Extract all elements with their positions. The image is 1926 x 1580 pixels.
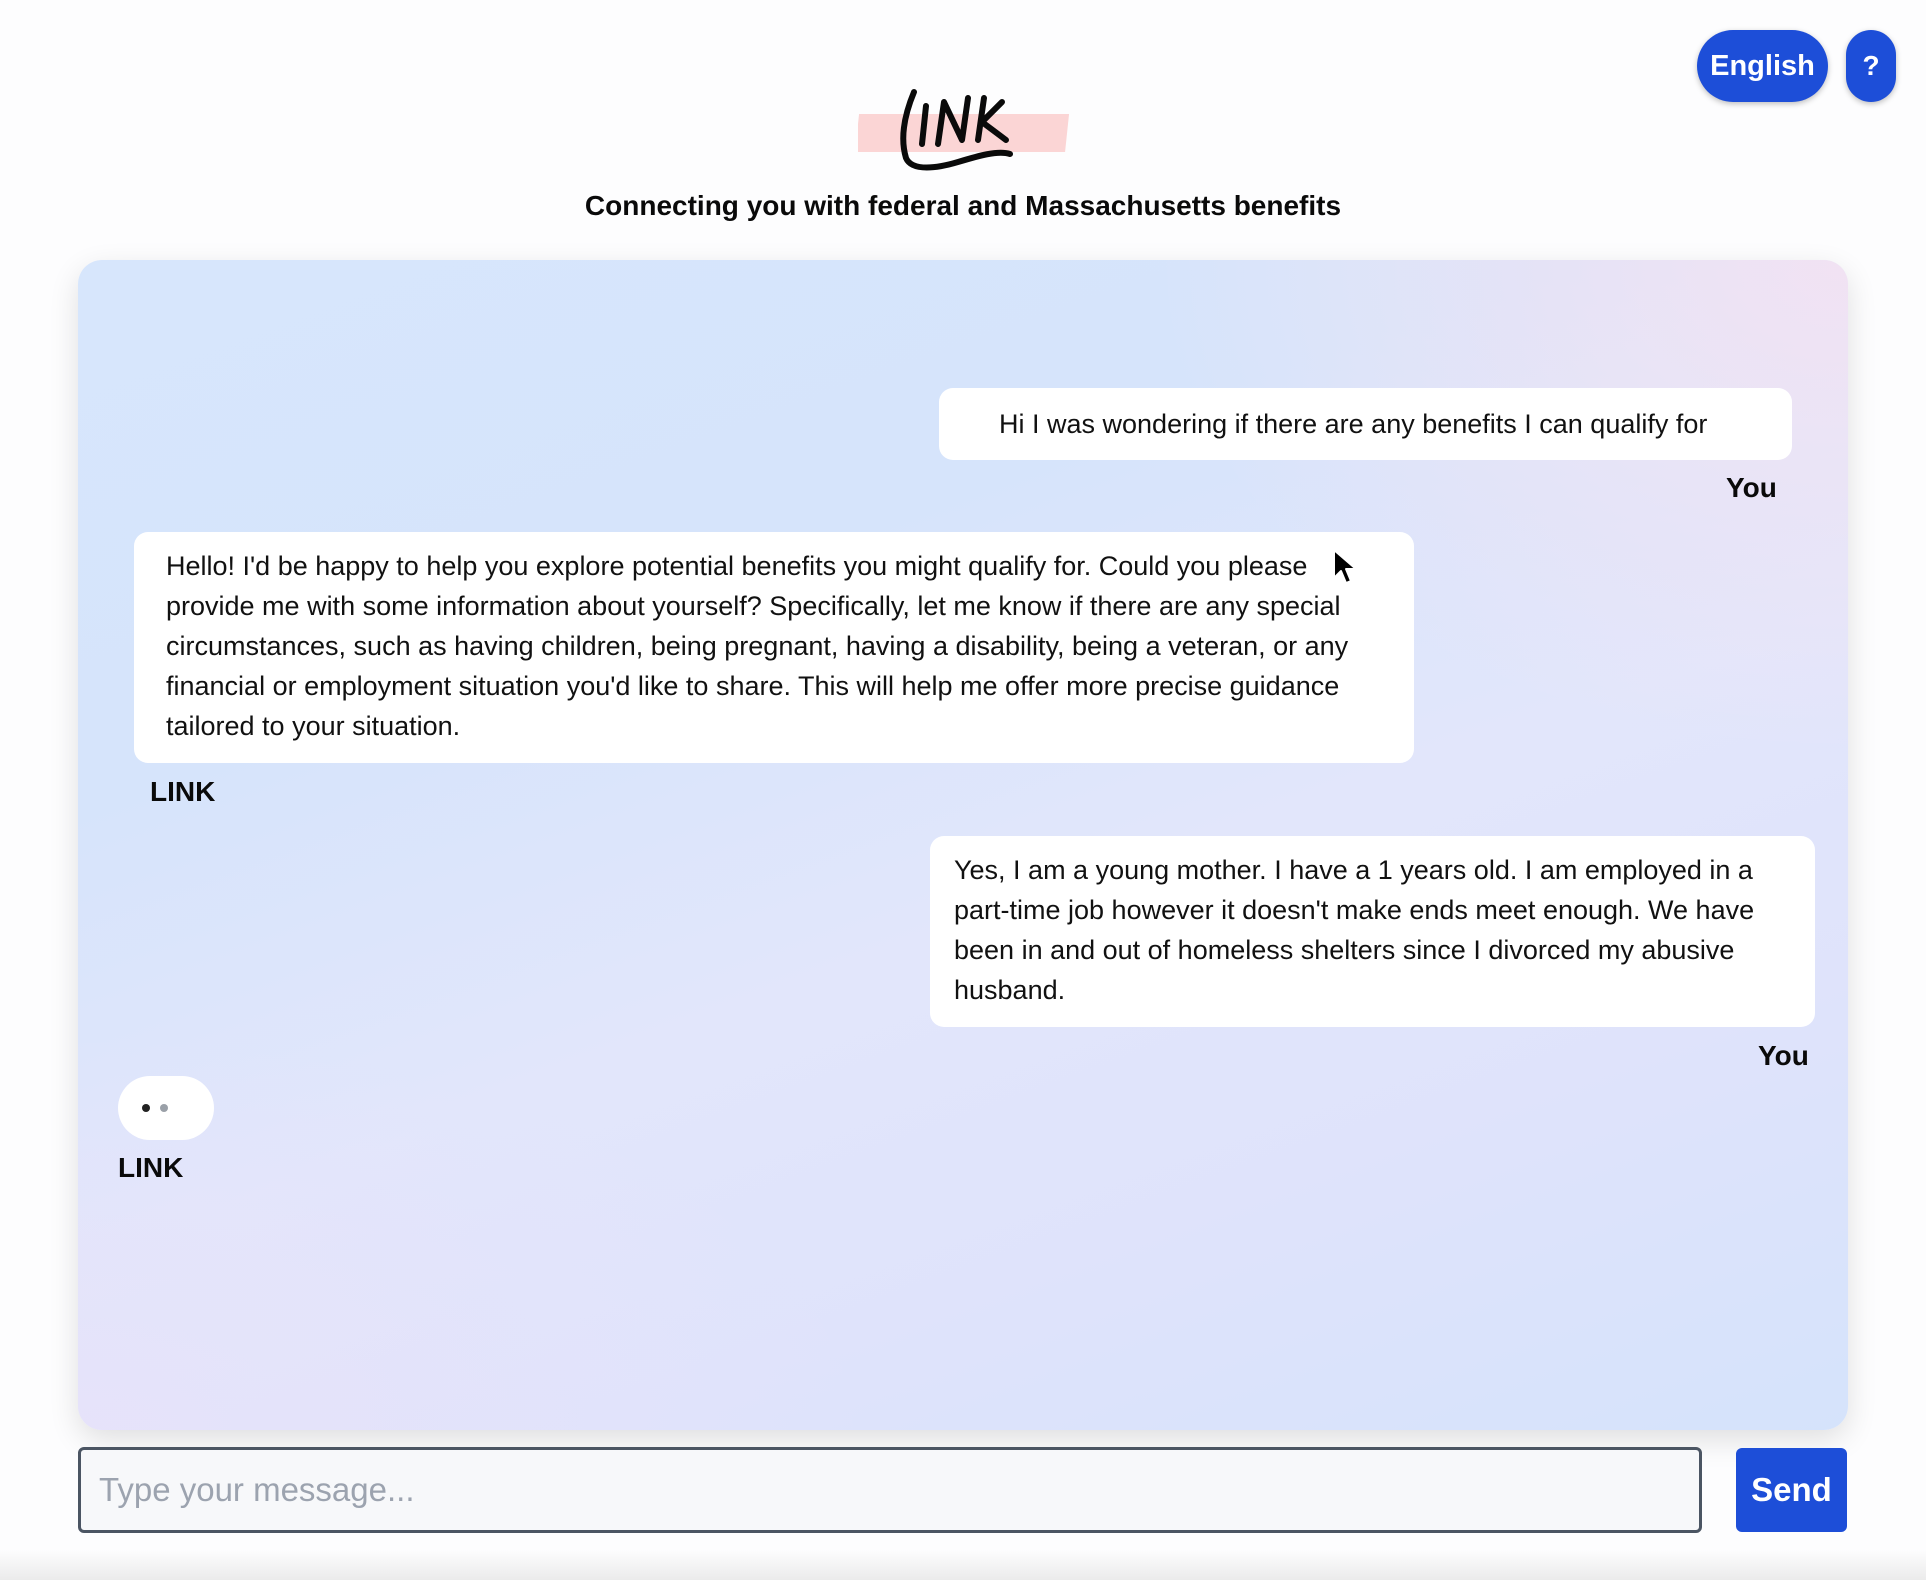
typing-dot [160, 1104, 168, 1112]
message-input[interactable] [78, 1447, 1702, 1533]
link-logo [858, 89, 1070, 171]
chat-panel[interactable]: Hi I was wondering if there are any bene… [78, 260, 1848, 1430]
help-button[interactable]: ? [1846, 30, 1896, 102]
message-sender-label: LINK [118, 1152, 184, 1183]
user-message: Hi I was wondering if there are any bene… [939, 388, 1792, 460]
app-page: English ? Connecting you with federal an… [0, 0, 1926, 1580]
language-button[interactable]: English [1697, 30, 1828, 102]
message-sender-label: LINK [150, 776, 216, 807]
tagline: Connecting you with federal and Massachu… [584, 190, 1342, 221]
message-sender-label: You [1726, 472, 1777, 503]
bottom-edge [0, 1550, 1926, 1580]
typing-dot [142, 1104, 150, 1112]
message-sender-label: You [1758, 1040, 1809, 1071]
user-message: Yes, I am a young mother. I have a 1 yea… [930, 836, 1815, 1027]
send-button[interactable]: Send [1736, 1448, 1847, 1532]
typing-indicator [118, 1076, 214, 1140]
mouse-cursor-icon [1333, 549, 1357, 584]
assistant-message: Hello! I'd be happy to help you explore … [134, 532, 1414, 763]
